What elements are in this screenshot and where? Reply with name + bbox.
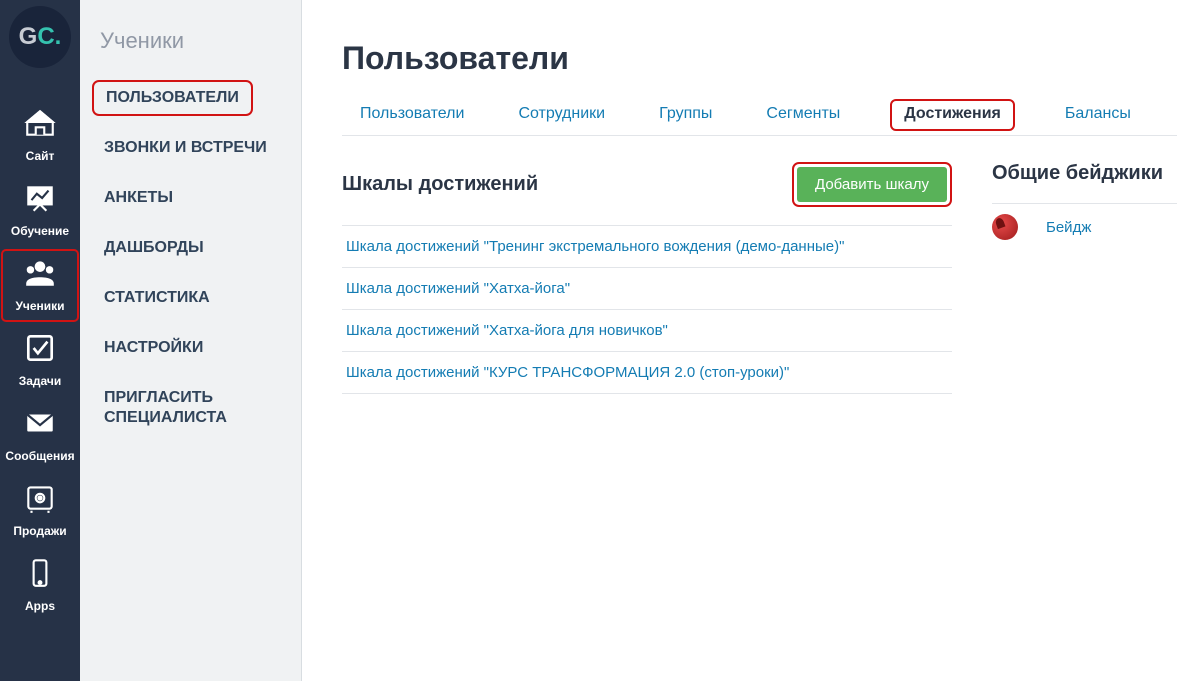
nav-sales[interactable]: Продажи	[0, 473, 80, 548]
scales-heading: Шкалы достижений	[342, 173, 538, 196]
badge-icon	[992, 214, 1018, 240]
scale-list: Шкала достижений "Тренинг экстремального…	[342, 225, 952, 394]
sub-item-settings[interactable]: НАСТРОЙКИ	[92, 330, 215, 366]
badges-heading: Общие бейджики	[992, 162, 1177, 185]
scale-item[interactable]: Шкала достижений "Тренинг экстремального…	[342, 226, 952, 268]
sub-item-calls[interactable]: ЗВОНКИ И ВСТРЕЧИ	[92, 130, 279, 166]
nav-tasks-label: Задачи	[19, 374, 62, 388]
tab-achievements[interactable]: Достижения	[890, 99, 1015, 131]
sub-nav: Ученики ПОЛЬЗОВАТЕЛИ ЗВОНКИ И ВСТРЕЧИ АН…	[80, 0, 302, 681]
nav-apps-label: Apps	[25, 599, 55, 613]
nav-messages-label: Сообщения	[5, 449, 74, 463]
tab-groups[interactable]: Группы	[655, 99, 716, 135]
nav-site[interactable]: Сайт	[0, 98, 80, 173]
nav-tasks[interactable]: Задачи	[0, 323, 80, 398]
scales-section: Шкалы достижений Добавить шкалу Шкала до…	[342, 162, 952, 394]
sub-nav-title: Ученики	[100, 28, 301, 54]
nav-messages[interactable]: Сообщения	[0, 398, 80, 473]
scale-item[interactable]: Шкала достижений "Хатха-йога"	[342, 268, 952, 310]
check-icon	[23, 331, 57, 370]
badges-section: Общие бейджики Бейдж	[992, 162, 1177, 394]
tab-segments[interactable]: Сегменты	[762, 99, 844, 135]
scale-item[interactable]: Шкала достижений "Хатха-йога для новичко…	[342, 310, 952, 352]
nav-sales-label: Продажи	[13, 524, 66, 538]
page-title: Пользователи	[342, 40, 1177, 77]
badge-link[interactable]: Бейдж	[1046, 219, 1091, 236]
nav-apps[interactable]: Apps	[0, 548, 80, 623]
add-scale-highlight: Добавить шкалу	[792, 162, 952, 207]
main-nav: GC. Сайт Обучение Ученики Задачи Сообщен…	[0, 0, 80, 681]
sub-item-stats[interactable]: СТАТИСТИКА	[92, 280, 222, 316]
home-icon	[23, 106, 57, 145]
users-icon	[23, 256, 57, 295]
nav-students-label: Ученики	[15, 299, 64, 313]
nav-site-label: Сайт	[26, 149, 55, 163]
phone-icon	[23, 556, 57, 595]
tabs: Пользователи Сотрудники Группы Сегменты …	[342, 99, 1177, 136]
nav-students[interactable]: Ученики	[0, 248, 80, 323]
safe-icon	[23, 481, 57, 520]
sub-item-dashboards[interactable]: ДАШБОРДЫ	[92, 230, 216, 266]
tab-staff[interactable]: Сотрудники	[514, 99, 609, 135]
scales-header: Шкалы достижений Добавить шкалу	[342, 162, 952, 207]
nav-learning-label: Обучение	[11, 224, 69, 238]
logo-g: G	[19, 23, 38, 51]
logo-c: C.	[37, 23, 61, 51]
sub-item-invite[interactable]: ПРИГЛАСИТЬ СПЕЦИАЛИСТА	[92, 380, 262, 436]
content-body: Шкалы достижений Добавить шкалу Шкала до…	[342, 162, 1177, 394]
mail-icon	[23, 406, 57, 445]
badge-row: Бейдж	[992, 203, 1177, 250]
content: Пользователи Пользователи Сотрудники Гру…	[302, 0, 1197, 681]
sub-item-users[interactable]: ПОЛЬЗОВАТЕЛИ	[92, 80, 253, 116]
scale-item[interactable]: Шкала достижений "КУРС ТРАНСФОРМАЦИЯ 2.0…	[342, 352, 952, 394]
add-scale-button[interactable]: Добавить шкалу	[797, 167, 947, 202]
sub-item-forms[interactable]: АНКЕТЫ	[92, 180, 185, 216]
nav-learning[interactable]: Обучение	[0, 173, 80, 248]
tab-balances[interactable]: Балансы	[1061, 99, 1135, 135]
tab-users[interactable]: Пользователи	[356, 99, 468, 135]
chart-icon	[23, 181, 57, 220]
logo[interactable]: GC.	[9, 6, 71, 68]
